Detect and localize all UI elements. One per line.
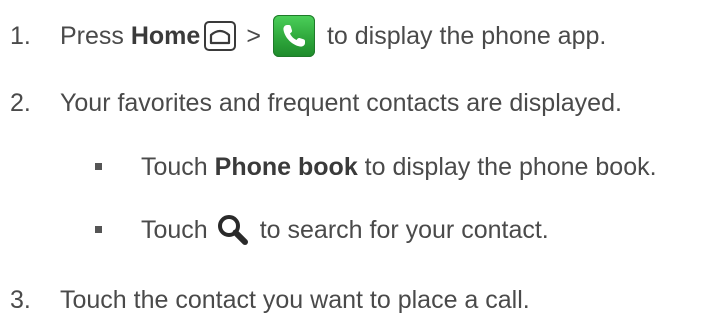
sub-bullet-text-after: to display the phone book. — [357, 152, 657, 181]
step-text-after: to display the phone app. — [326, 21, 607, 50]
phone-book-label: Phone book — [214, 152, 358, 181]
step-2: 2. Your favorites and frequent contacts … — [10, 83, 622, 123]
step-text-before: Press — [60, 21, 131, 50]
search-icon — [216, 214, 250, 246]
step-number: 3. — [10, 285, 31, 314]
separator: > — [246, 21, 261, 50]
phone-app-icon — [272, 15, 315, 57]
step-text: Your favorites and frequent contacts are… — [60, 88, 622, 117]
bullet-marker — [95, 226, 102, 233]
step-number: 2. — [10, 88, 31, 117]
sub-bullet-text-after: to search for your contact. — [259, 215, 549, 244]
sub-bullet-2: Touch to search for your contact. — [141, 210, 549, 250]
sub-bullet-text-before: Touch — [141, 215, 208, 244]
step-text: Touch the contact you want to place a ca… — [60, 285, 530, 314]
home-icon — [204, 21, 237, 51]
sub-bullet-1: Touch Phone book to display the phone bo… — [141, 147, 657, 187]
home-label: Home — [130, 21, 201, 50]
step-number: 1. — [10, 21, 31, 50]
step-3: 3. Touch the contact you want to place a… — [10, 280, 530, 320]
bullet-marker — [95, 163, 102, 170]
sub-bullet-text-before: Touch — [141, 152, 215, 181]
step-1: 1. Press Home > to display the phone app… — [10, 15, 607, 57]
